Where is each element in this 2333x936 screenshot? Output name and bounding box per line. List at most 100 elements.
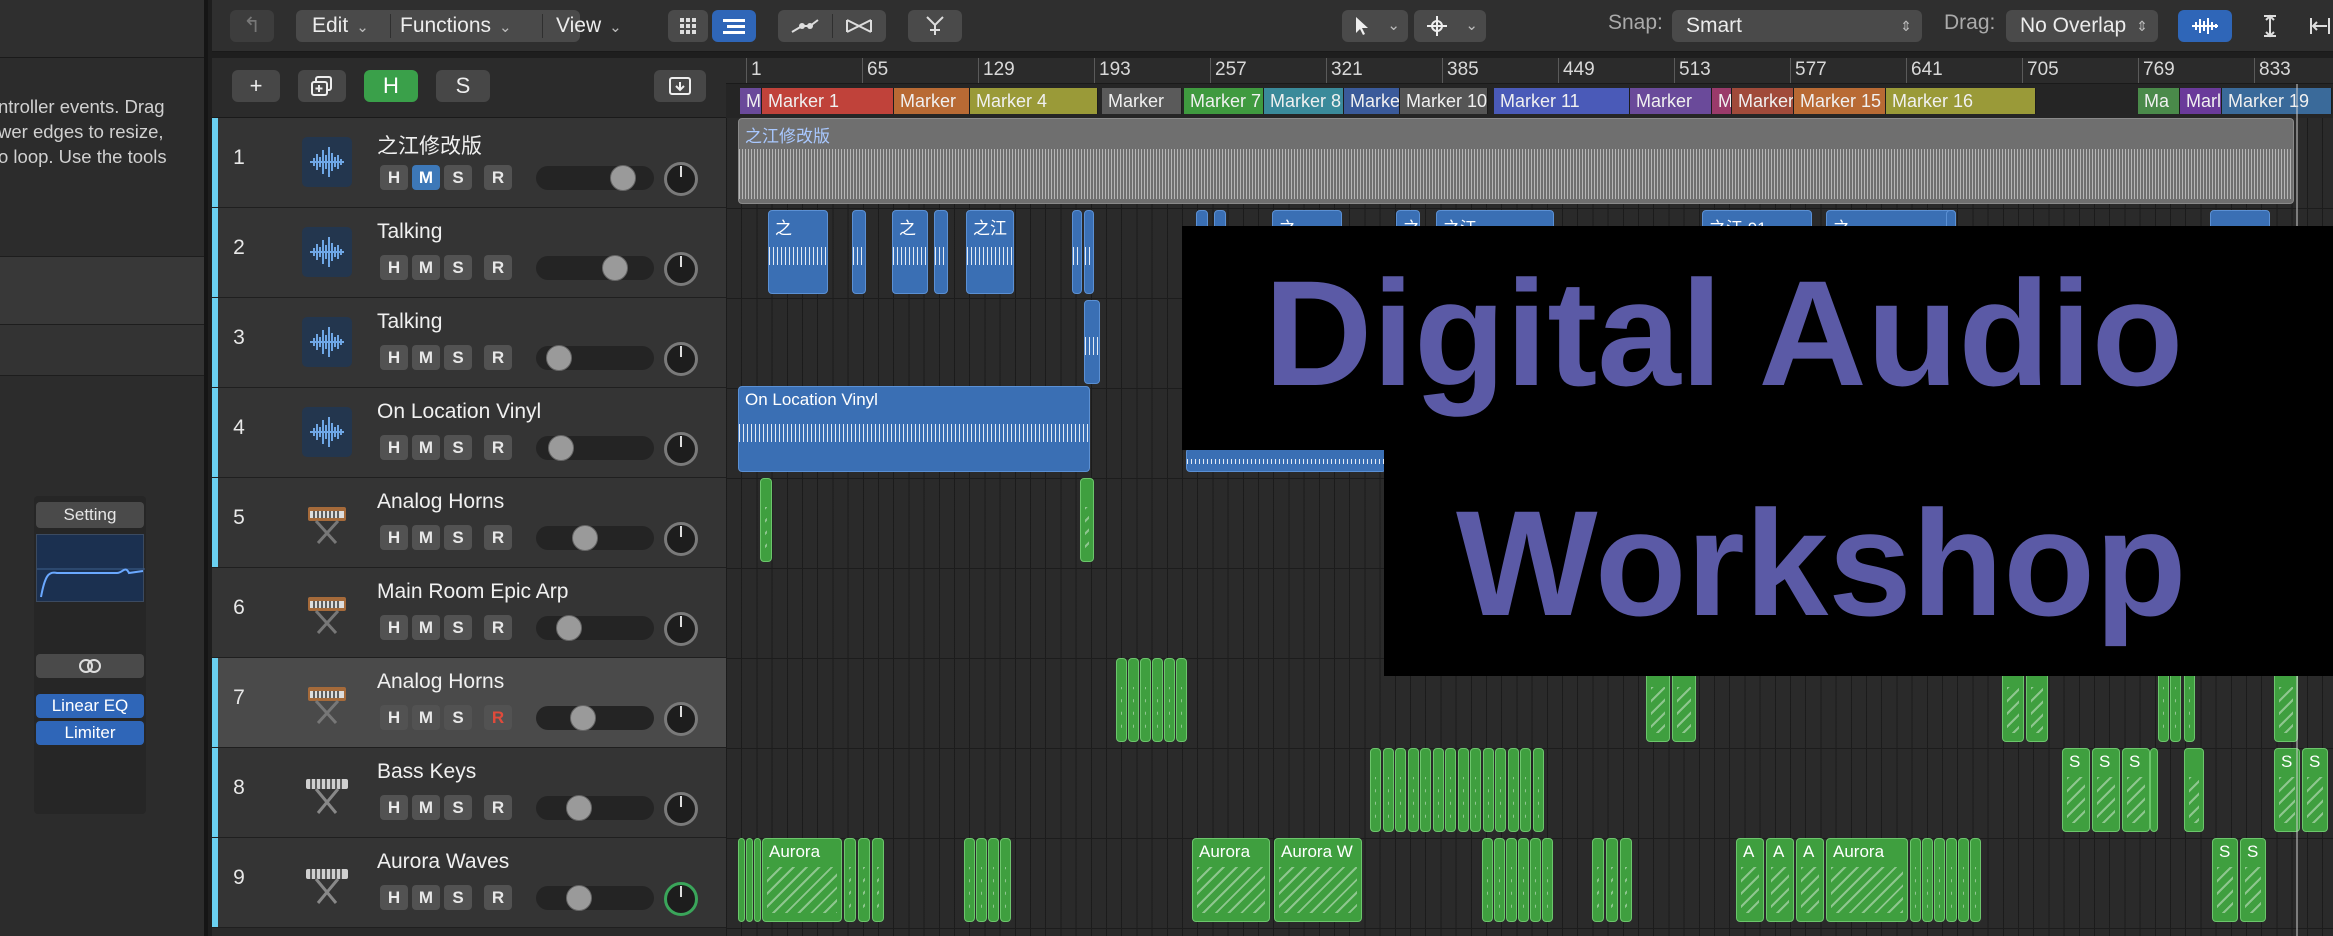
marker[interactable]: Marker 10 <box>1400 88 1488 114</box>
midi-region[interactable] <box>1494 838 1505 922</box>
solo-button[interactable]: S <box>444 885 472 910</box>
volume-slider[interactable] <box>536 345 654 371</box>
waveform-icon[interactable] <box>302 137 352 187</box>
volume-slider[interactable] <box>536 255 654 281</box>
volume-slider-knob[interactable] <box>566 885 592 911</box>
track-row[interactable]: 3 Talking H M S R <box>212 298 726 388</box>
midi-region[interactable]: A <box>1796 838 1824 922</box>
midi-region[interactable] <box>1946 838 1957 922</box>
record-enable-button[interactable]: R <box>484 705 512 730</box>
volume-slider[interactable] <box>536 795 654 821</box>
audio-region[interactable]: 之 <box>892 210 928 294</box>
hide-button[interactable]: H <box>380 885 408 910</box>
midi-region[interactable] <box>1922 838 1933 922</box>
inspector-section[interactable] <box>0 256 204 324</box>
midi-region[interactable] <box>1432 748 1444 832</box>
flex-icon[interactable] <box>908 10 962 42</box>
vertical-zoom-icon[interactable] <box>2246 10 2294 42</box>
volume-slider-knob[interactable] <box>610 165 636 191</box>
waveform-zoom-icon[interactable] <box>2178 10 2232 42</box>
hide-button[interactable]: H <box>380 795 408 820</box>
midi-region[interactable] <box>988 838 999 922</box>
midi-region[interactable] <box>754 838 761 922</box>
volume-slider-knob[interactable] <box>556 615 582 641</box>
pan-knob[interactable] <box>664 612 698 646</box>
back-button[interactable]: ↰ <box>230 10 274 42</box>
midi-region[interactable]: S <box>2122 748 2150 832</box>
midi-region[interactable]: Aurora <box>1826 838 1908 922</box>
crossfade-icon[interactable] <box>832 10 886 42</box>
marker[interactable]: Marke <box>1344 88 1400 114</box>
midi-region[interactable] <box>1482 838 1493 922</box>
snap-popup[interactable]: Smart ⇕ <box>1672 10 1922 42</box>
eq-thumbnail[interactable] <box>36 534 145 602</box>
solo-button[interactable]: S <box>444 345 472 370</box>
midi-region[interactable] <box>1970 838 1981 922</box>
inspector-section[interactable] <box>0 324 204 376</box>
track-name[interactable]: Analog Horns <box>377 670 504 694</box>
midi-region[interactable] <box>1520 748 1531 832</box>
setting-button[interactable]: Setting <box>36 502 144 528</box>
keyboard-icon[interactable] <box>302 857 352 907</box>
bar-ruler[interactable]: 1 65 129 193 257 321 385 449 513 577 641 705 769 833 <box>726 58 2333 84</box>
waveform-icon[interactable] <box>302 227 352 277</box>
automation-curve-icon[interactable] <box>778 10 832 42</box>
hide-button[interactable]: H <box>380 705 408 730</box>
midi-region[interactable] <box>964 838 975 922</box>
hide-button[interactable]: H <box>380 345 408 370</box>
midi-region[interactable] <box>1934 838 1945 922</box>
midi-region[interactable] <box>1395 748 1406 832</box>
audio-region[interactable] <box>1072 210 1082 294</box>
marker[interactable]: Marker 19 <box>2222 88 2332 114</box>
hide-button[interactable]: H <box>380 255 408 280</box>
solo-button[interactable]: S <box>444 165 472 190</box>
volume-slider-knob[interactable] <box>566 795 592 821</box>
solo-button[interactable]: S <box>444 615 472 640</box>
track-row[interactable]: 4 On Location Vinyl H M S R <box>212 388 726 478</box>
midi-region[interactable] <box>2150 748 2158 832</box>
audio-region[interactable]: 之江 <box>966 210 1014 294</box>
mute-button[interactable]: M <box>412 255 440 280</box>
marquee-tool-icon[interactable]: ⌄ <box>1414 10 1486 42</box>
track-row[interactable]: 8 Bass Keys H M S R <box>212 748 726 838</box>
record-enable-button[interactable]: R <box>484 525 512 550</box>
volume-slider-knob[interactable] <box>548 435 574 461</box>
marker-lane[interactable]: M Marker 1 Marker Marker 4 Marker Marker 7 Mar… <box>726 84 2333 118</box>
midi-region[interactable] <box>1482 748 1494 832</box>
synth-icon[interactable] <box>302 497 352 547</box>
midi-region[interactable] <box>746 838 753 922</box>
hide-button[interactable]: H <box>380 435 408 460</box>
midi-region[interactable]: S <box>2240 838 2266 922</box>
midi-region[interactable] <box>1495 748 1506 832</box>
mute-button[interactable]: M <box>412 615 440 640</box>
volume-slider[interactable] <box>536 705 654 731</box>
midi-region[interactable]: A <box>1736 838 1764 922</box>
volume-slider[interactable] <box>536 525 654 551</box>
track-name[interactable]: Analog Horns <box>377 490 504 514</box>
audio-region[interactable]: 之 <box>768 210 828 294</box>
synth-icon[interactable] <box>302 587 352 637</box>
volume-slider-knob[interactable] <box>546 345 572 371</box>
list-view-icon[interactable] <box>712 10 756 42</box>
edit-menu[interactable]: Edit ⌄ <box>296 10 388 42</box>
track-row[interactable]: 1 之江修改版 H M S R <box>212 118 726 208</box>
pan-knob[interactable] <box>664 792 698 826</box>
audio-region[interactable] <box>1084 210 1094 294</box>
marker[interactable]: Marker <box>1102 88 1182 114</box>
midi-region[interactable] <box>1507 748 1519 832</box>
record-enable-button[interactable]: R <box>484 435 512 460</box>
record-enable-button[interactable]: R <box>484 885 512 910</box>
marker[interactable]: Marker <box>1630 88 1712 114</box>
mute-button[interactable]: M <box>412 165 440 190</box>
record-enable-button[interactable]: R <box>484 615 512 640</box>
marker[interactable]: M <box>1712 88 1732 114</box>
mute-button[interactable]: M <box>412 435 440 460</box>
track-name[interactable]: Talking <box>377 310 442 334</box>
volume-slider-knob[interactable] <box>602 255 628 281</box>
volume-slider[interactable] <box>536 615 654 641</box>
midi-region[interactable] <box>1958 838 1969 922</box>
track-row[interactable]: 2 Talking H M S R <box>212 208 726 298</box>
midi-region[interactable]: Aurora <box>762 838 842 922</box>
drag-popup[interactable]: No Overlap ⇕ <box>2006 10 2158 42</box>
functions-menu[interactable]: Functions ⌄ <box>390 10 518 42</box>
